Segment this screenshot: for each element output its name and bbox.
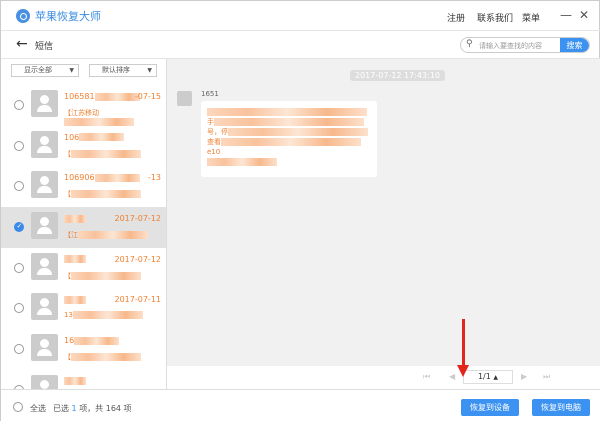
menu-link[interactable]: 菜单 [522,11,540,24]
message-timestamp: 2017-07-12 17:43:10 [350,70,445,81]
conversation-item[interactable]: 106906 -13 【 [1,166,166,207]
app-title: 苹果恢复大师 [35,9,101,23]
message-line: 手 [207,118,214,126]
conversation-item[interactable]: 106581 -07-15 【江苏移动 [1,85,166,126]
sort-label: 默认排序 [102,66,130,74]
conversation-date: 2017-07-12 [114,254,162,264]
conversation-title [64,295,86,304]
conversation-preview: 【 [64,149,141,159]
conversation-title: 16 [64,336,120,345]
restore-to-pc-button[interactable]: 恢复到电脑 [532,399,590,416]
close-button[interactable]: ✕ [579,8,589,22]
sender-name: 1651 [201,90,219,98]
next-page-button[interactable]: ▶ [521,372,527,381]
page-indicator: 1/1 [477,372,491,381]
register-link[interactable]: 注册 [447,11,465,24]
contact-avatar [31,212,58,240]
page-title: 短信 [35,42,54,52]
show-filter-select[interactable]: 显示全部 ▼ [11,64,79,77]
restore-to-device-button[interactable]: 恢复到设备 [461,399,519,416]
contact-link[interactable]: 联系我们 [477,11,513,24]
contact-avatar [31,171,58,199]
conversation-list[interactable]: 106581 -07-15 【江苏移动 106 【 106906 -13 【 2… [1,85,166,389]
message-pane: 2017-07-12 17:43:10 1651 手 号，停 查看 e10 ⏮ … [167,59,600,389]
contact-avatar [31,334,58,362]
conversation-checkbox[interactable] [14,181,24,192]
conversation-title: 106581 [64,92,140,101]
conversation-checkbox[interactable] [14,140,24,151]
conversation-item[interactable]: 16 【 [1,329,166,370]
show-filter-label: 显示全部 [24,66,52,74]
red-annotation-arrow [457,319,469,377]
pagination: ⏮ ◀ 1/1 ▲ ▶ ⏭ [167,366,600,389]
selected-prefix: 已选 [53,404,69,413]
select-all-label[interactable]: 全选 [30,403,46,414]
conversation-title: 106 [64,133,125,142]
conversation-checkbox[interactable] [14,303,24,314]
message-line: 号，停 [207,128,228,136]
conversation-checkbox[interactable] [14,344,24,355]
sort-select[interactable]: 默认排序 ▼ [89,64,157,77]
conversation-date: 2017-07-12 [114,214,162,224]
conversation-preview: 【江苏移动 [64,108,166,126]
contact-avatar [31,90,58,117]
chevron-down-icon: ▼ [69,67,74,74]
message-bubble: 手 号，停 查看 e10 [201,101,377,177]
selected-suffix: 项，共 164 项 [79,404,132,413]
conversation-checkbox[interactable] [14,262,24,273]
redacted-text [221,138,361,146]
first-page-button[interactable]: ⏮ [423,372,430,382]
conversation-checkbox[interactable] [14,100,24,110]
conversation-title: 106906 [64,173,140,182]
app-logo-icon [16,8,30,23]
conversation-preview: 【 [64,271,141,281]
contact-avatar [31,293,58,321]
minimize-button[interactable]: — [560,8,572,22]
contact-avatar [31,374,58,389]
search-icon: ⚲ [466,39,473,49]
message-line: 查看 [207,138,221,146]
redacted-text [207,158,277,166]
conversation-date: -07-15 [134,92,161,101]
sender-avatar [177,91,192,106]
conversation-preview: 【江 [64,230,148,240]
back-arrow-icon[interactable]: ← [16,36,28,52]
conversation-date: 2017-07-11 [114,295,162,305]
chevron-down-icon: ▼ [147,67,152,74]
conversation-preview: 【 [64,352,141,362]
conversation-item[interactable]: 106 【 [1,126,166,167]
contact-avatar [31,252,58,280]
message-line: e10 [207,148,221,156]
select-all-checkbox[interactable] [13,402,23,412]
redacted-text [207,108,367,116]
search-input[interactable]: 请输入要查找的内容 [479,41,542,51]
chevron-up-icon: ▲ [493,374,499,381]
redacted-text [228,128,368,136]
conversation-item[interactable] [1,370,166,389]
conversation-checkbox[interactable] [14,222,24,233]
conversation-item[interactable]: 2017-07-11 13 [1,288,166,329]
selection-status: 已选 1 项，共 164 项 [53,403,132,414]
redacted-text [214,118,364,126]
last-page-button[interactable]: ⏭ [543,372,550,382]
conversation-preview: 13 [64,311,143,320]
conversation-title [64,255,86,264]
page-select[interactable]: 1/1 ▲ [463,370,513,384]
prev-page-button[interactable]: ◀ [449,372,455,381]
footer-bar: 全选 已选 1 项，共 164 项 恢复到设备 恢复到电脑 [1,389,600,422]
conversation-date: -13 [147,173,161,183]
selected-count: 1 [71,404,77,413]
conversation-title [64,214,86,223]
contact-avatar [31,130,58,158]
conversation-item[interactable]: 2017-07-12 【江 [1,207,166,248]
conversation-title [64,377,86,386]
search-button[interactable]: 搜索 [560,38,589,52]
conversation-item[interactable]: 2017-07-12 【 [1,248,166,289]
conversation-pane: 显示全部 ▼ 默认排序 ▼ 106581 -07-15 【江苏移动 106 【 10… [1,59,167,389]
conversation-preview: 【 [64,189,141,199]
search-box[interactable]: ⚲ 请输入要查找的内容 搜索 [460,37,590,53]
title-bar: 苹果恢复大师 注册 联系我们 菜单 — ✕ [1,1,600,31]
